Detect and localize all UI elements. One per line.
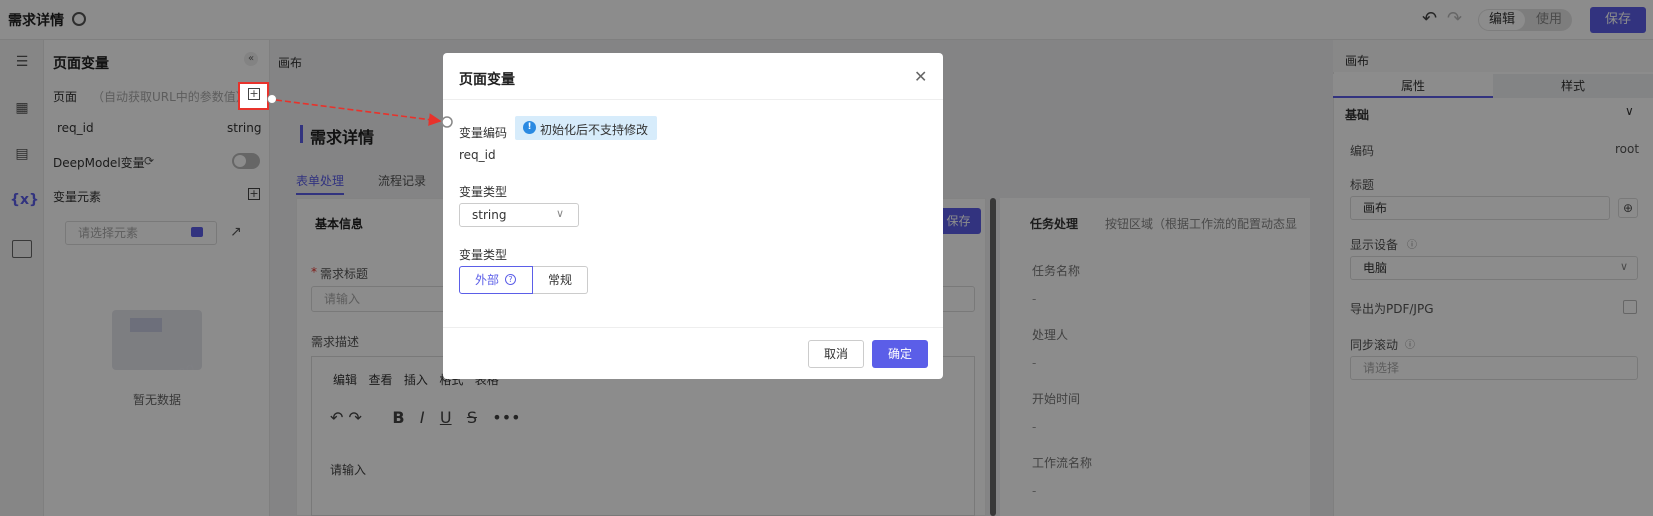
code-value: req_id	[459, 148, 496, 162]
type-label: 变量类型	[459, 248, 508, 262]
dialog-divider	[443, 327, 943, 328]
dialog-title: 页面变量	[459, 72, 515, 88]
type-label: 变量类型	[459, 185, 508, 199]
close-icon[interactable]: ✕	[914, 67, 927, 86]
help-icon[interactable]: ?	[505, 274, 516, 285]
dialog-divider	[443, 99, 943, 100]
chevron-down-icon: ∨	[556, 207, 565, 220]
segment-external[interactable]: 外部	[459, 266, 533, 294]
cancel-button[interactable]: 取消	[808, 340, 864, 368]
annotation-box	[238, 82, 269, 110]
segment-normal[interactable]: 常规	[533, 266, 588, 294]
code-label: 变量编码	[459, 126, 508, 140]
ok-button[interactable]: 确定	[872, 340, 928, 368]
info-tip-text: 初始化后不支持修改	[540, 123, 649, 137]
info-icon: !	[523, 121, 536, 134]
